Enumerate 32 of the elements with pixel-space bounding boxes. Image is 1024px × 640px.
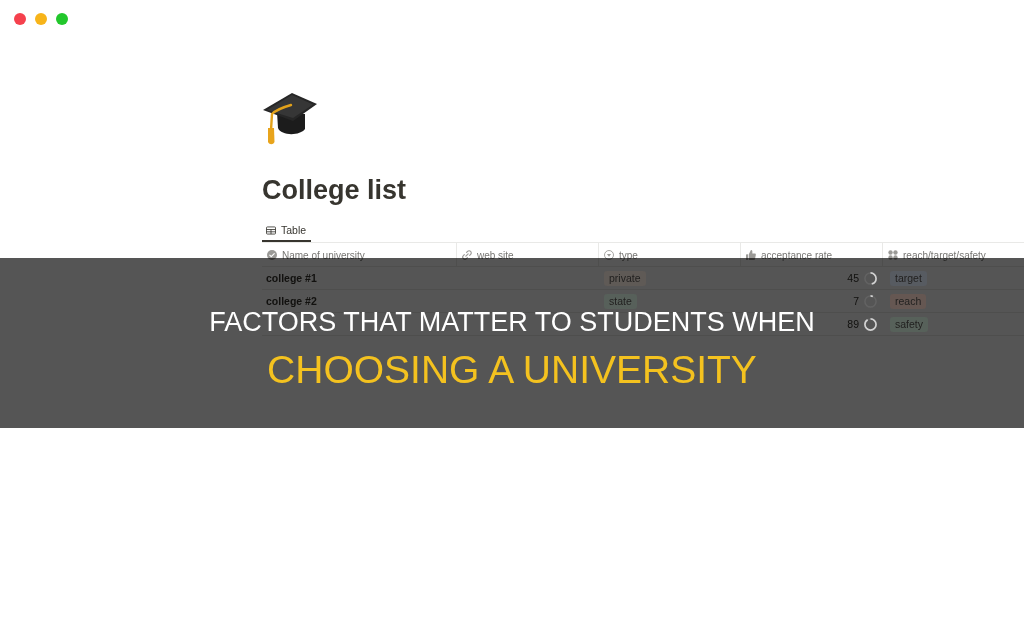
page-title: College list: [262, 174, 407, 207]
caret-circle-icon: [604, 250, 614, 260]
close-button[interactable]: [14, 13, 26, 25]
column-header[interactable]: Name of university: [262, 243, 457, 267]
minimize-button[interactable]: [35, 13, 47, 25]
category-tag: target: [890, 270, 927, 286]
table-icon: [266, 225, 276, 235]
check-circle-icon: [267, 250, 277, 260]
progress-ring-icon: [864, 271, 877, 285]
acceptance-rate-value: 89: [847, 318, 859, 330]
progress-ring-icon: [864, 294, 877, 308]
column-header[interactable]: reach/target/safety: [883, 243, 1024, 267]
acceptance-rate-value: 7: [853, 295, 859, 307]
category-tag: reach: [890, 293, 927, 309]
type-tag: private: [604, 270, 646, 286]
zoom-button[interactable]: [56, 13, 68, 25]
column-header[interactable]: type: [599, 243, 741, 267]
progress-ring-icon: [864, 317, 877, 331]
university-name: college #2: [266, 295, 317, 307]
thumbs-up-icon: [746, 250, 756, 260]
column-header[interactable]: web site: [457, 243, 599, 267]
banner-heading: FACTORS THAT MATTER TO STUDENTS WHEN: [209, 307, 815, 338]
acceptance-rate-value: 45: [847, 272, 859, 284]
link-icon: [462, 250, 472, 260]
clover-icon: [888, 250, 898, 260]
banner-heading: CHOOSING A UNIVERSITY: [267, 348, 757, 392]
university-name: college #1: [266, 272, 317, 284]
graduation-cap-icon: [262, 92, 318, 146]
view-tab[interactable]: Table: [262, 220, 312, 242]
category-tag: safety: [890, 316, 928, 332]
type-tag: state: [604, 293, 637, 309]
column-header[interactable]: acceptance rate: [741, 243, 883, 267]
